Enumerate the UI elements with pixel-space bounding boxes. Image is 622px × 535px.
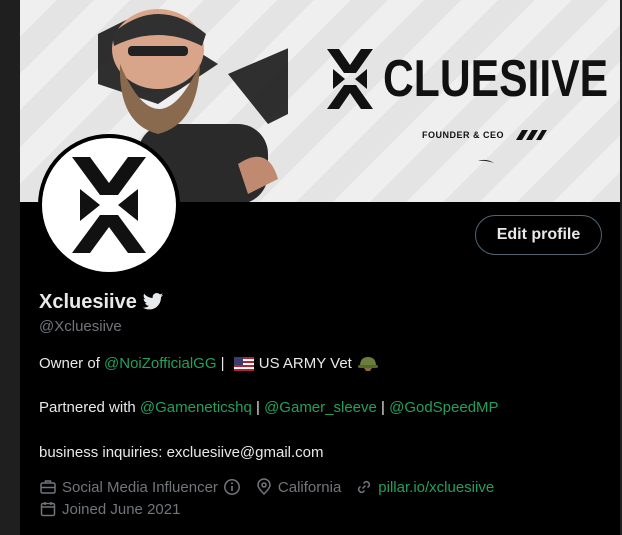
banner-wordmark: CLUESIIVE [325, 44, 620, 114]
banner-subtitle-text: FOUNDER & CEO [422, 130, 505, 140]
info-icon[interactable] [223, 478, 241, 496]
profile-joined-row: Joined June 2021 [39, 500, 180, 518]
profile-meta-row: Social Media Influencer California pilla… [39, 478, 494, 496]
profile-category: Social Media Influencer [62, 478, 218, 496]
bio-text: Owner of [39, 355, 105, 372]
military-helmet-icon [357, 357, 378, 371]
profile-handle: @Xcluesiive [39, 318, 122, 335]
mention-link[interactable]: @GodSpeedMP [389, 399, 498, 416]
bio-line-partners: Partnered with @Gameneticshq | @Gamer_sl… [39, 399, 499, 416]
mention-link[interactable]: @Gamer_sleeve [264, 399, 377, 416]
us-flag-icon [233, 356, 254, 371]
link-icon [358, 480, 371, 494]
calendar-icon [40, 502, 56, 517]
display-name: Xcluesiive [39, 290, 137, 313]
display-name-row: Xcluesiive [39, 290, 164, 314]
bio-separator: | [251, 399, 265, 416]
mention-link[interactable]: @Gameneticshq [140, 399, 252, 416]
bio-line-business: business inquiries: excluesiive@gmail.co… [39, 444, 324, 461]
profile-avatar[interactable] [38, 134, 180, 276]
edit-profile-button[interactable]: Edit profile [475, 215, 602, 255]
profile-location: California [277, 478, 342, 496]
bio-line-owner: Owner of @NoiZofficialGG | US ARMY Vet [39, 355, 378, 372]
brand-x-logo-icon [327, 49, 373, 109]
banner-title: CLUESIIVE [383, 50, 609, 108]
profile-joined-date: Joined June 2021 [62, 500, 181, 518]
avatar-image [42, 138, 176, 272]
bio-separator: | [376, 399, 390, 416]
bio-text: Partnered with [39, 399, 140, 416]
mention-link[interactable]: @NoiZofficialGG [104, 355, 216, 372]
briefcase-icon [40, 480, 56, 494]
banner-subtitle: FOUNDER & CEO [422, 128, 548, 142]
profile-website-link[interactable]: pillar.io/xcluesiive [378, 479, 494, 496]
team-logo-icon [516, 130, 548, 140]
bio-text: US ARMY Vet [258, 355, 352, 372]
bio-separator: | [216, 355, 229, 372]
swoosh-icon [478, 159, 494, 163]
location-pin-icon [257, 478, 271, 496]
twitter-bird-icon[interactable] [142, 292, 164, 312]
brand-x-logo-icon [72, 157, 146, 253]
